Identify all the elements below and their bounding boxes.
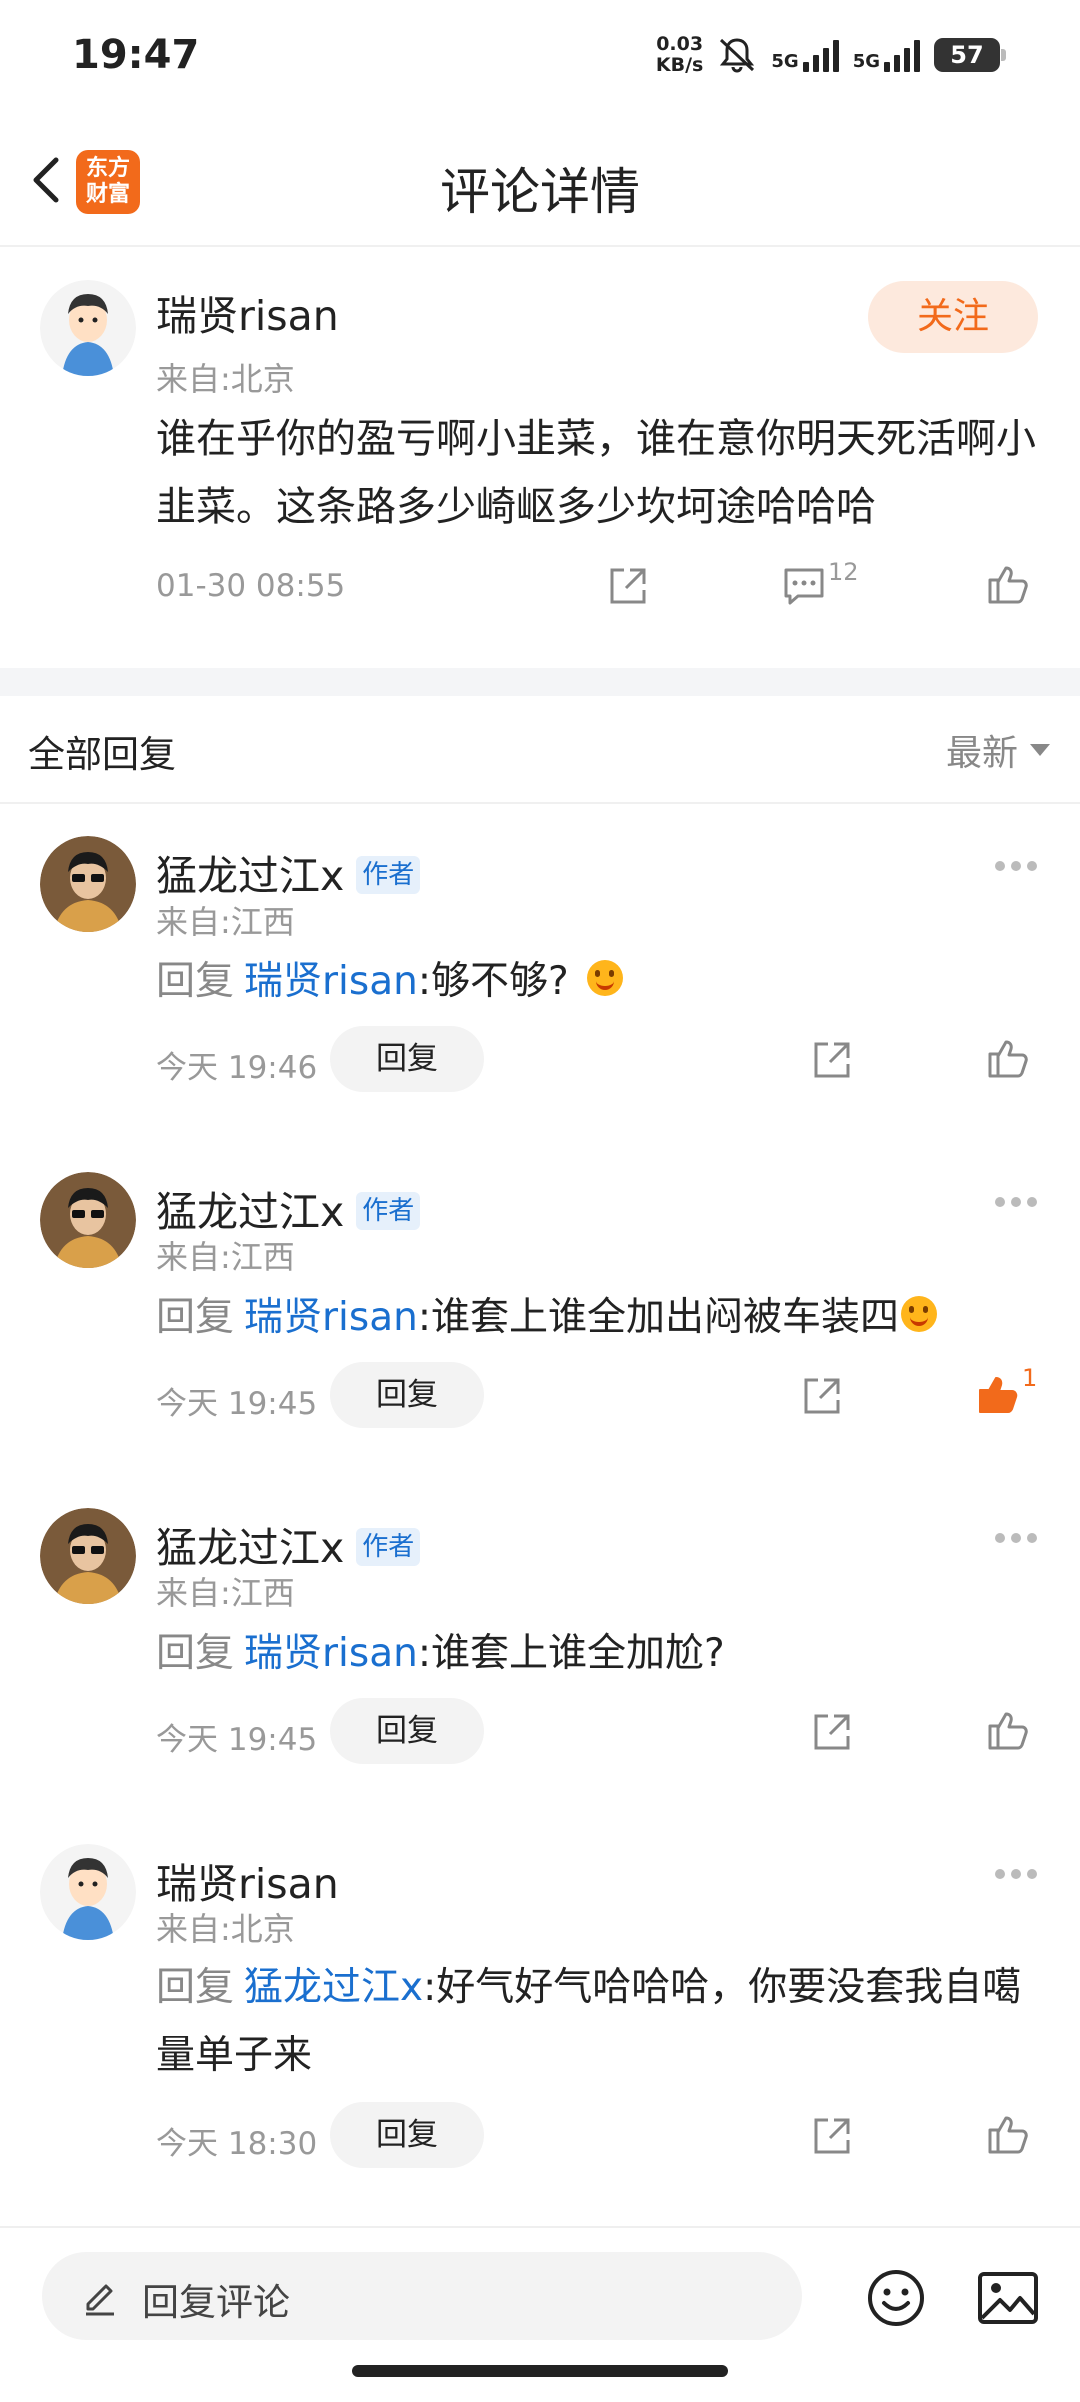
more-options-icon[interactable] (994, 860, 1038, 872)
smile-emoji-icon (586, 959, 623, 996)
reply-input-placeholder: 回复评论 (142, 2281, 290, 2324)
reply-username[interactable]: 瑞贤risan (156, 1850, 339, 1910)
section-divider (0, 668, 1080, 696)
signal-sim2: 5G (853, 38, 920, 72)
share-icon[interactable] (810, 1038, 854, 1082)
signal-bars-icon (802, 38, 839, 72)
share-icon[interactable] (606, 564, 650, 608)
thumbs-up-active-icon[interactable] (976, 1372, 1020, 1416)
reply-username[interactable]: 猛龙过江x 作者 (156, 1178, 421, 1238)
avatar[interactable] (40, 1844, 136, 1940)
comment-count: 12 (828, 558, 859, 586)
share-icon[interactable] (800, 1374, 844, 1418)
caret-down-icon (1030, 744, 1050, 756)
status-bar: 19:47 0.03 KB/s 5G 5G 57 (0, 0, 1080, 110)
mute-bell-icon (720, 38, 755, 73)
reply-location: 来自:北京 (156, 1910, 295, 1948)
reply-time: 今天 19:45 (156, 1722, 318, 1758)
pencil-icon (86, 2284, 114, 2316)
mention-link[interactable]: 瑞贤risan (244, 959, 418, 1004)
network-speed: 0.03 KB/s (655, 33, 704, 76)
reply-time: 今天 18:30 (156, 2126, 318, 2162)
follow-button[interactable]: 关注 (868, 281, 1038, 353)
mention-link[interactable]: 猛龙过江x (244, 1965, 423, 2010)
status-time: 19:47 (72, 32, 200, 78)
post-username[interactable]: 瑞贤risan (156, 282, 339, 342)
author-badge: 作者 (356, 1528, 421, 1566)
sort-dropdown[interactable]: 最新 (946, 724, 1050, 776)
image-icon[interactable] (976, 2268, 1040, 2328)
reply-username[interactable]: 猛龙过江x 作者 (156, 842, 421, 902)
reply-location: 来自:江西 (156, 1238, 295, 1276)
avatar[interactable] (40, 836, 136, 932)
reply-button[interactable]: 回复 (330, 1362, 484, 1428)
reply-time: 今天 19:46 (156, 1050, 318, 1086)
divider (0, 802, 1080, 804)
thumbs-up-icon[interactable] (986, 1036, 1030, 1080)
reply-username[interactable]: 猛龙过江x 作者 (156, 1514, 421, 1574)
signal-bars-icon (884, 38, 920, 72)
post-time: 01-30 08:55 (156, 568, 346, 604)
avatar[interactable] (40, 1172, 136, 1268)
smile-emoji-icon (900, 1295, 937, 1332)
reply-button[interactable]: 回复 (330, 1026, 484, 1092)
post-location: 来自:北京 (156, 360, 295, 398)
battery-icon: 57 (934, 38, 1006, 72)
avatar[interactable] (40, 1508, 136, 1604)
share-icon[interactable] (810, 2114, 854, 2158)
home-indicator[interactable] (352, 2365, 728, 2377)
more-options-icon[interactable] (994, 1196, 1038, 1208)
avatar[interactable] (40, 280, 136, 376)
thumbs-up-icon[interactable] (986, 1708, 1030, 1752)
like-count: 1 (1022, 1364, 1038, 1392)
signal-sim1: 5G (771, 38, 839, 72)
reply-text: 回复 瑞贤risan:谁套上谁全加出闷被车装四 (156, 1284, 1036, 1352)
reply-location: 来自:江西 (156, 1574, 295, 1612)
page-title: 评论详情 (440, 163, 640, 221)
more-options-icon[interactable] (994, 1532, 1038, 1544)
mention-link[interactable]: 瑞贤risan (244, 1295, 418, 1340)
reply-location: 来自:江西 (156, 903, 295, 941)
thumbs-up-icon[interactable] (986, 2112, 1030, 2156)
thumbs-up-icon[interactable] (986, 562, 1030, 606)
reply-button[interactable]: 回复 (330, 2102, 484, 2168)
comment-icon[interactable] (782, 566, 826, 606)
top-nav-bar: 东方 财富 评论详情 (0, 120, 1080, 247)
author-badge: 作者 (356, 1192, 421, 1230)
mention-link[interactable]: 瑞贤risan (244, 1631, 418, 1676)
author-badge: 作者 (356, 856, 421, 894)
post-text: 谁在乎你的盈亏啊小韭菜，谁在意你明天死活啊小韭菜。这条路多少崎岖多少坎坷途哈哈哈 (156, 416, 1036, 530)
reply-comment-input[interactable]: 回复评论 (42, 2252, 802, 2340)
more-options-icon[interactable] (994, 1868, 1038, 1880)
reply-text: 回复 瑞贤risan:够不够? (156, 948, 1036, 1016)
reply-text: 回复 瑞贤risan:谁套上谁全加尬? (156, 1631, 725, 1676)
all-replies-title: 全部回复 (28, 733, 176, 776)
emoji-icon[interactable] (866, 2268, 926, 2328)
reply-text: 回复 猛龙过江x:好气好气哈哈哈，你要没套我自噶量单子来 (156, 1965, 1022, 2078)
reply-button[interactable]: 回复 (330, 1698, 484, 1764)
status-icons: 0.03 KB/s 5G 5G 57 (655, 30, 1006, 80)
reply-time: 今天 19:45 (156, 1386, 318, 1422)
share-icon[interactable] (810, 1710, 854, 1754)
